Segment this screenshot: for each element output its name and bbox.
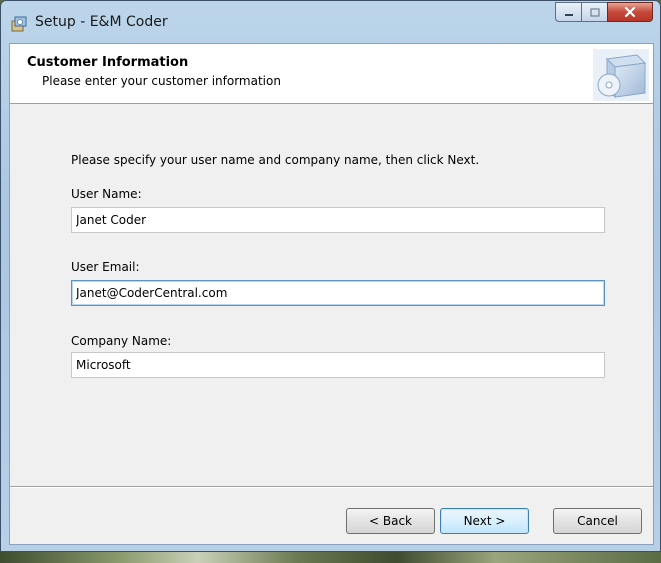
minimize-icon [563,3,575,22]
user-name-label: User Name: [71,187,142,201]
next-button[interactable]: Next > [440,508,529,534]
wizard-client-area: Customer Information Please enter your c… [9,43,654,545]
cancel-button[interactable]: Cancel [553,508,642,534]
title-bar[interactable]: Setup - E&M Coder [1,1,660,43]
back-button[interactable]: < Back [346,508,435,534]
company-name-input[interactable] [71,352,605,378]
close-button[interactable] [607,2,653,22]
page-subtitle: Please enter your customer information [42,74,281,88]
setup-installer-icon [10,15,28,33]
close-icon [623,3,637,22]
instruction-text: Please specify your user name and compan… [71,153,480,167]
install-disc-box-icon [593,49,649,101]
user-name-input[interactable] [71,207,605,233]
user-email-label: User Email: [71,260,140,274]
footer-separator [10,486,653,488]
caption-buttons [555,2,653,24]
wizard-header-panel: Customer Information Please enter your c… [10,44,653,104]
window-title: Setup - E&M Coder [35,14,168,30]
page-title: Customer Information [27,55,189,70]
user-email-input[interactable] [71,280,605,306]
maximize-button[interactable] [581,2,608,22]
company-name-label: Company Name: [71,334,172,348]
minimize-button[interactable] [555,2,582,22]
maximize-icon [589,3,601,22]
setup-window: Setup - E&M Coder Customer Information P… [0,0,661,552]
